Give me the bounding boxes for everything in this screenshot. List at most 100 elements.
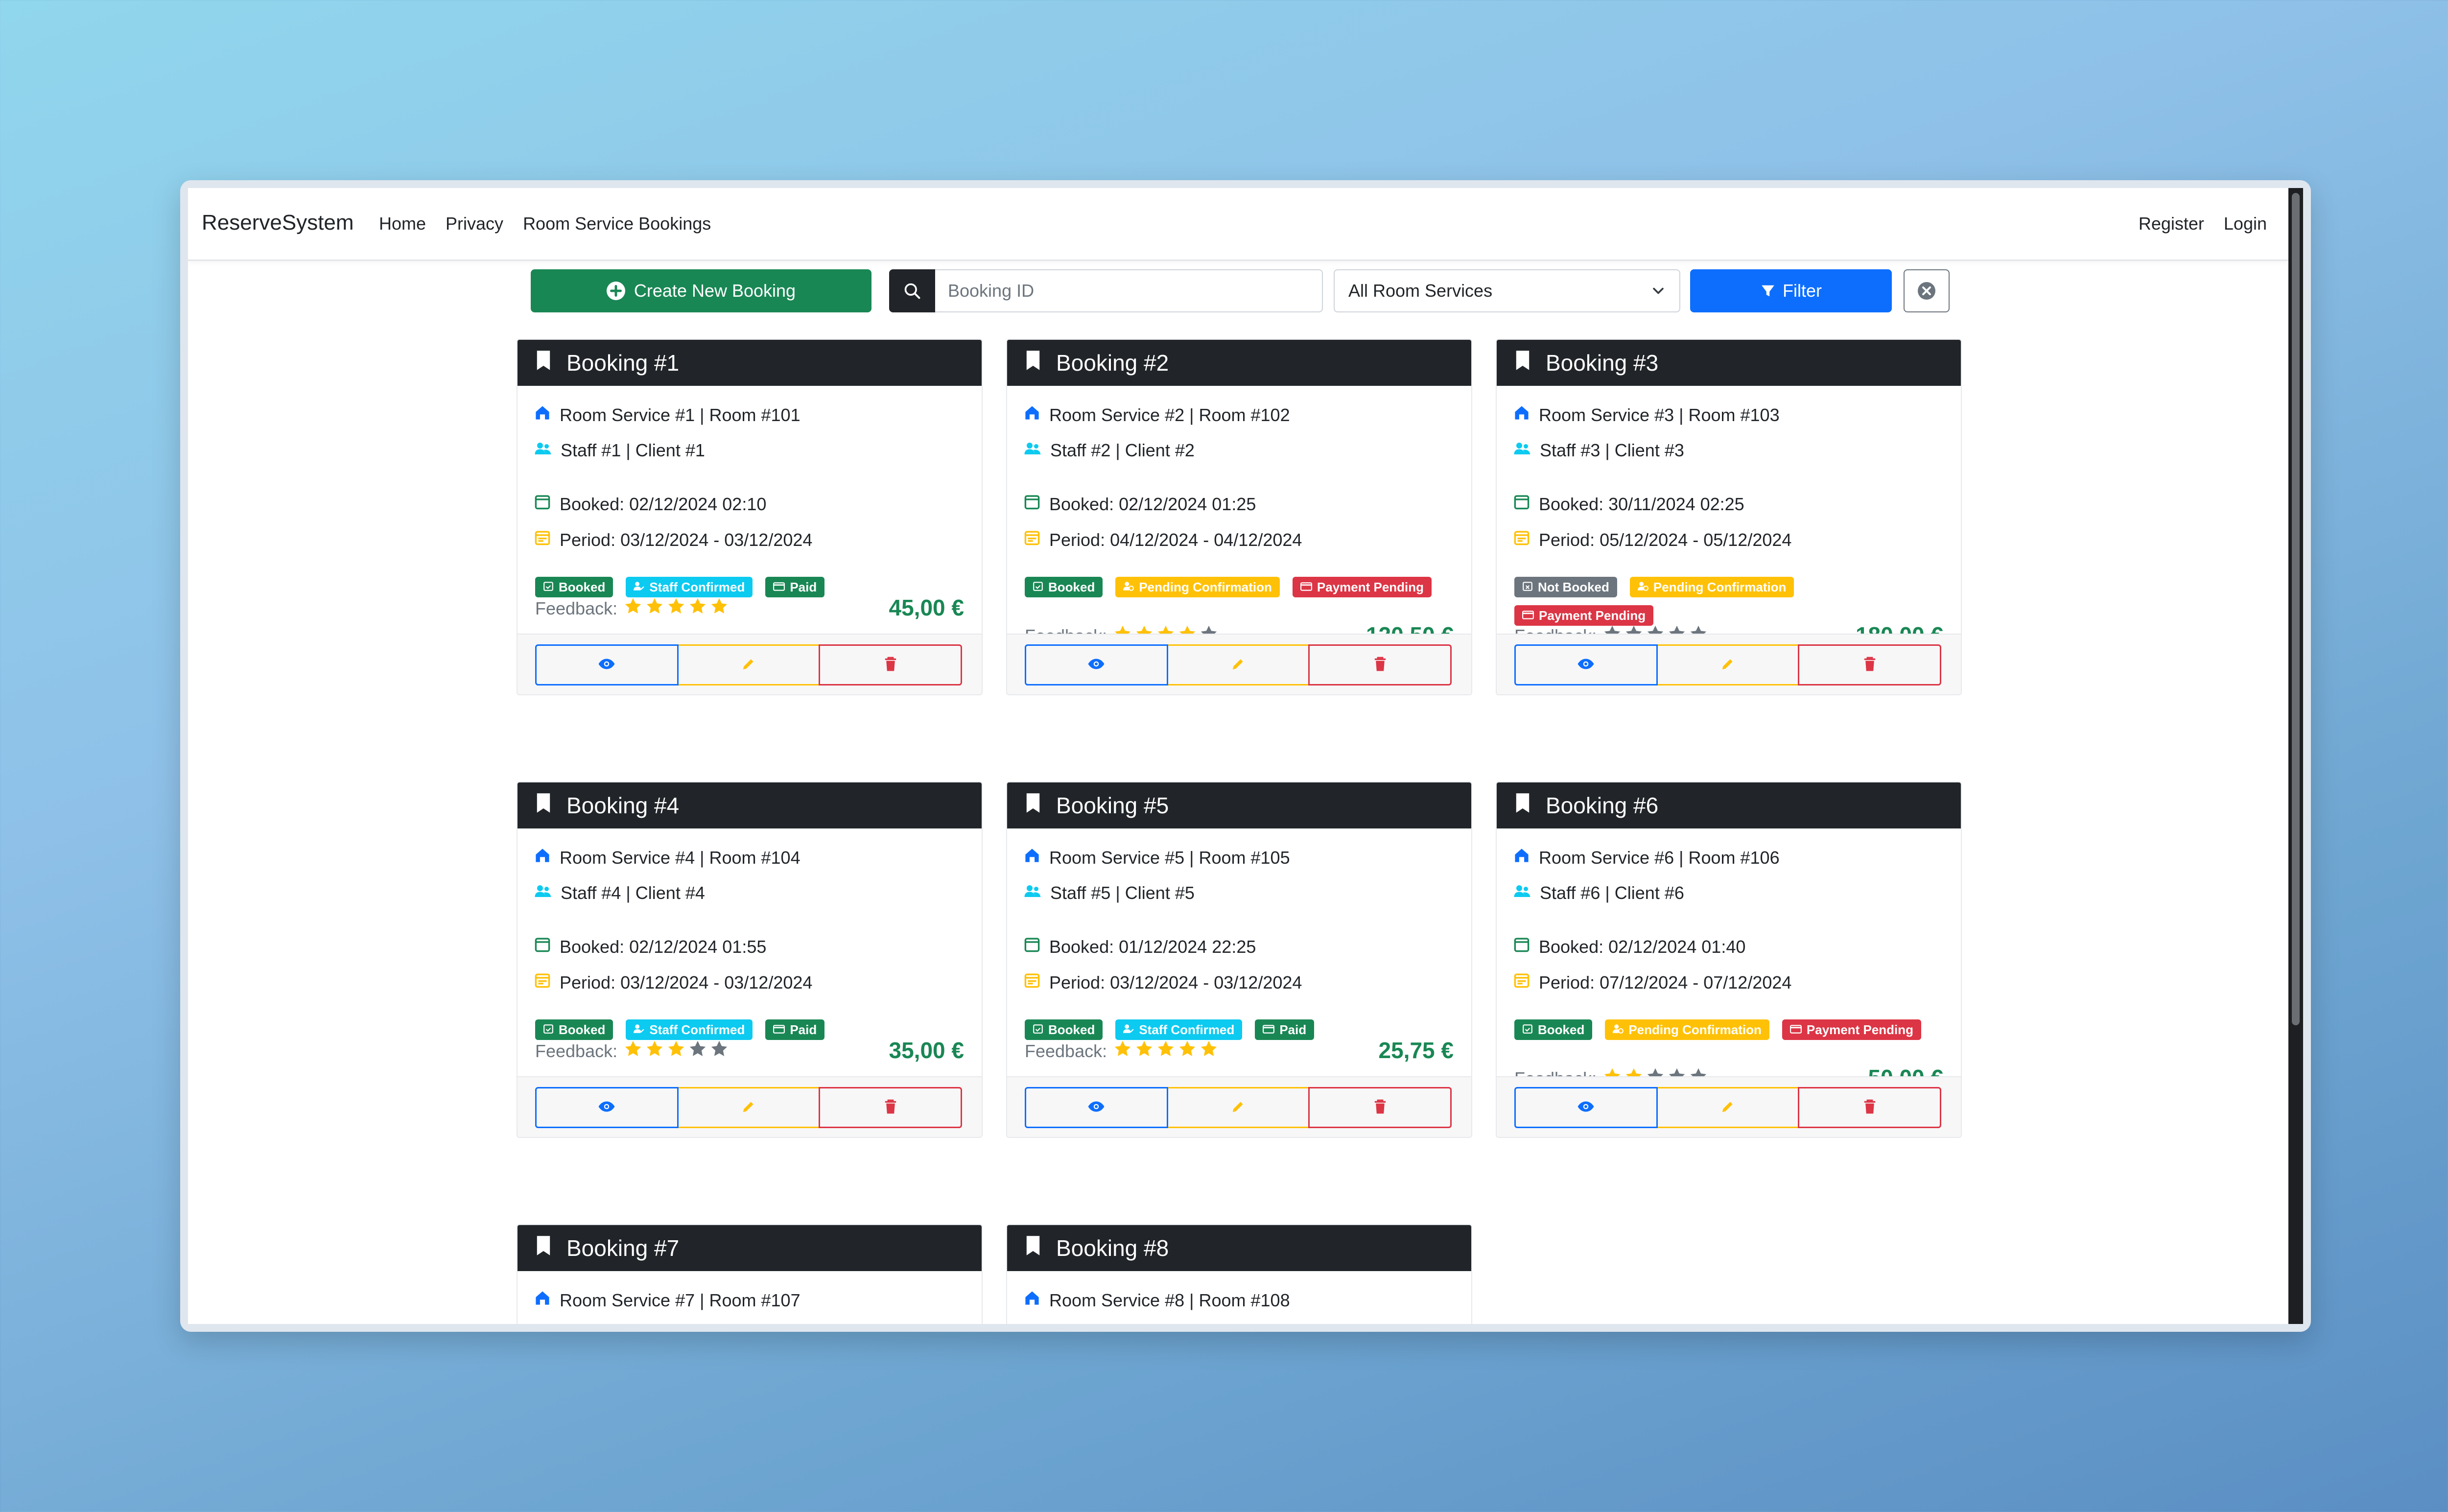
booking-card-footer	[1497, 634, 1961, 694]
search-icon	[904, 283, 920, 299]
nav-home[interactable]: Home	[379, 213, 426, 234]
view-booking-button[interactable]	[1514, 1087, 1658, 1128]
nav-register[interactable]: Register	[2139, 213, 2204, 234]
pencil-icon	[741, 1099, 756, 1117]
staff-client-text: Staff #6 | Client #6	[1540, 883, 1684, 903]
delete-booking-button[interactable]	[1308, 644, 1452, 685]
booking-card-body: Room Service #5 | Room #105 Staff #5 | Cl…	[1007, 828, 1471, 1137]
bookmark-icon	[1513, 350, 1532, 377]
edit-booking-button[interactable]	[1657, 644, 1798, 685]
booking-card-body: Room Service #3 | Room #103 Staff #3 | Cl…	[1497, 386, 1961, 694]
period-line: Period: 03/12/2024 - 03/12/2024	[534, 529, 812, 550]
edit-booking-button[interactable]	[1657, 1087, 1798, 1128]
booking-card-header: Booking #5	[1007, 782, 1471, 828]
pencil-icon	[1230, 656, 1246, 674]
view-booking-button[interactable]	[1514, 644, 1658, 685]
plus-circle-icon	[606, 282, 625, 300]
pencil-icon	[1720, 1099, 1736, 1117]
staff-client-line: Staff #2 | Client #2	[1024, 440, 1195, 461]
people-icon	[1024, 883, 1041, 903]
calendar-x-icon	[1522, 580, 1533, 595]
brand-link[interactable]: ReserveSystem	[202, 211, 354, 235]
status-badge: Staff Confirmed	[1115, 1019, 1243, 1040]
room-service-text: Room Service #6 | Room #106	[1539, 847, 1780, 868]
booked-text: Booked: 02/12/2024 01:25	[1049, 494, 1256, 514]
status-badge: Paid	[765, 1019, 825, 1040]
calendar-range-icon	[1024, 972, 1040, 993]
edit-booking-button[interactable]	[678, 1087, 819, 1128]
user-clock-icon	[1637, 580, 1648, 595]
status-badge-label: Booked	[559, 1022, 606, 1037]
booked-line: Booked: 02/12/2024 02:10	[534, 494, 766, 515]
period-line: Period: 03/12/2024 - 03/12/2024	[534, 972, 812, 993]
staff-client-line: Staff #6 | Client #6	[1513, 883, 1684, 903]
bookmark-icon	[1024, 350, 1042, 377]
filter-button[interactable]: Filter	[1690, 269, 1892, 312]
edit-booking-button[interactable]	[1168, 1087, 1309, 1128]
booked-line: Booked: 01/12/2024 22:25	[1024, 936, 1256, 957]
feedback-row: Feedback:	[1025, 1040, 1218, 1062]
view-booking-button[interactable]	[1025, 644, 1168, 685]
nav-room-service-bookings[interactable]: Room Service Bookings	[523, 213, 711, 234]
delete-booking-button[interactable]	[1308, 1087, 1452, 1128]
people-icon	[534, 440, 552, 461]
room-service-line: Room Service #6 | Room #106	[1513, 847, 1780, 868]
period-line: Period: 05/12/2024 - 05/12/2024	[1513, 529, 1791, 550]
eye-icon	[598, 1100, 615, 1116]
clear-filter-button[interactable]	[1904, 269, 1950, 312]
status-badge: Paid	[1255, 1019, 1315, 1040]
room-service-line: Room Service #4 | Room #104	[534, 847, 800, 868]
view-booking-button[interactable]	[1025, 1087, 1168, 1128]
delete-booking-button[interactable]	[1798, 644, 1942, 685]
feedback-label: Feedback:	[1025, 1040, 1107, 1061]
delete-booking-button[interactable]	[1798, 1087, 1942, 1128]
create-booking-button[interactable]: Create New Booking	[531, 269, 871, 312]
booking-id-input[interactable]	[935, 269, 1323, 312]
credit-card-icon	[1300, 580, 1312, 595]
room-service-line: Room Service #2 | Room #102	[1024, 404, 1290, 425]
period-text: Period: 04/12/2024 - 04/12/2024	[1049, 529, 1302, 550]
booking-card: Booking #2 Room Service #2 | Room #102 Sta…	[1006, 339, 1472, 695]
status-badge-label: Payment Pending	[1317, 579, 1424, 594]
staff-client-text: Staff #4 | Client #4	[561, 883, 705, 903]
status-badge-label: Booked	[1048, 1022, 1095, 1037]
nav-privacy[interactable]: Privacy	[446, 213, 503, 234]
delete-booking-button[interactable]	[819, 1087, 963, 1128]
status-badge-label: Pending Confirmation	[1628, 1022, 1762, 1037]
view-booking-button[interactable]	[535, 1087, 679, 1128]
rating-stars	[624, 1040, 728, 1062]
house-icon	[1024, 1290, 1040, 1311]
period-text: Period: 03/12/2024 - 03/12/2024	[560, 972, 813, 992]
credit-card-icon	[1522, 608, 1534, 623]
staff-client-text: Staff #2 | Client #2	[1050, 440, 1195, 460]
scrollbar-thumb[interactable]	[2292, 193, 2300, 1025]
booking-card-body: Room Service #2 | Room #102 Staff #2 | Cl…	[1007, 386, 1471, 694]
delete-booking-button[interactable]	[819, 644, 963, 685]
status-badge: Pending Confirmation	[1629, 577, 1794, 597]
booking-card-header: Booking #3	[1497, 340, 1961, 386]
star-icon	[1135, 1040, 1153, 1062]
user-clock-icon	[1123, 580, 1134, 595]
house-icon	[1024, 404, 1040, 425]
booked-text: Booked: 02/12/2024 01:55	[560, 936, 767, 957]
view-booking-button[interactable]	[535, 644, 679, 685]
star-icon	[624, 1040, 642, 1062]
booked-text: Booked: 02/12/2024 01:40	[1539, 936, 1746, 957]
trash-icon	[884, 1099, 897, 1117]
filter-label: Filter	[1783, 281, 1822, 301]
booking-card-header: Booking #2	[1007, 340, 1471, 386]
edit-booking-button[interactable]	[1168, 644, 1309, 685]
status-badge: Pending Confirmation	[1115, 577, 1280, 597]
booking-card-body: Room Service #6 | Room #106 Staff #6 | Cl…	[1497, 828, 1961, 1137]
scrollbar[interactable]	[2288, 188, 2303, 1324]
star-icon	[710, 597, 728, 619]
user-check-icon	[634, 580, 645, 595]
booked-line: Booked: 02/12/2024 01:40	[1513, 936, 1745, 957]
nav-login[interactable]: Login	[2224, 213, 2267, 234]
room-service-select[interactable]: All Room Services	[1334, 269, 1680, 312]
edit-booking-button[interactable]	[678, 644, 819, 685]
status-badge: Booked	[1514, 1019, 1593, 1040]
period-text: Period: 05/12/2024 - 05/12/2024	[1539, 529, 1792, 550]
feedback-row: Feedback:	[535, 597, 728, 619]
room-service-line: Room Service #8 | Room #108	[1024, 1290, 1290, 1311]
